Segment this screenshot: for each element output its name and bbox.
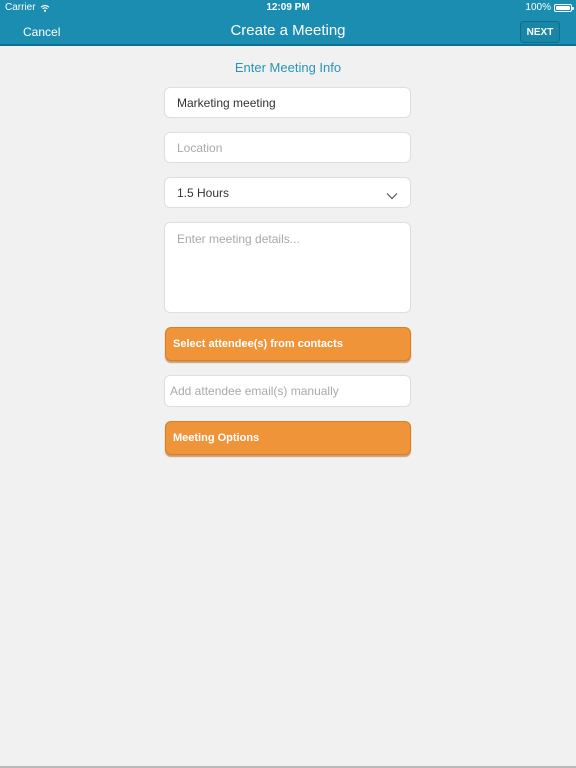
next-button[interactable]: NEXT xyxy=(520,21,560,43)
duration-value: 1.5 Hours xyxy=(177,185,230,200)
select-attendees-button[interactable]: Select attendee(s) from contacts xyxy=(165,327,411,361)
meeting-details-placeholder: Enter meeting details... xyxy=(177,232,300,246)
meeting-title-value: Marketing meeting xyxy=(177,95,276,110)
page-title: Create a Meeting xyxy=(230,22,346,39)
chevron-down-icon xyxy=(386,189,398,199)
section-title: Enter Meeting Info xyxy=(234,60,342,75)
attendee-email-input[interactable]: Add attendee email(s) manually xyxy=(164,375,411,407)
meeting-title-input[interactable]: Marketing meeting xyxy=(164,87,411,118)
duration-select[interactable]: 1.5 Hours xyxy=(164,177,411,208)
app-header: Carrier 12:09 PM 100% Cancel Create a Me… xyxy=(0,0,576,46)
meeting-options-button[interactable]: Meeting Options xyxy=(165,421,411,455)
location-placeholder: Location xyxy=(177,140,223,155)
battery-percent: 100% xyxy=(525,2,551,13)
next-button-label: NEXT xyxy=(526,26,554,38)
attendee-email-placeholder: Add attendee email(s) manually xyxy=(170,384,339,398)
select-attendees-label: Select attendee(s) from contacts xyxy=(173,338,343,350)
status-bar: Carrier 12:09 PM 100% xyxy=(0,0,576,16)
battery-icon xyxy=(554,3,574,12)
status-time: 12:09 PM xyxy=(266,2,310,13)
location-input[interactable]: Location xyxy=(164,132,411,163)
meeting-options-label: Meeting Options xyxy=(173,432,260,444)
meeting-details-textarea[interactable]: Enter meeting details... xyxy=(164,222,411,313)
battery-indicator: 100% xyxy=(525,2,574,13)
